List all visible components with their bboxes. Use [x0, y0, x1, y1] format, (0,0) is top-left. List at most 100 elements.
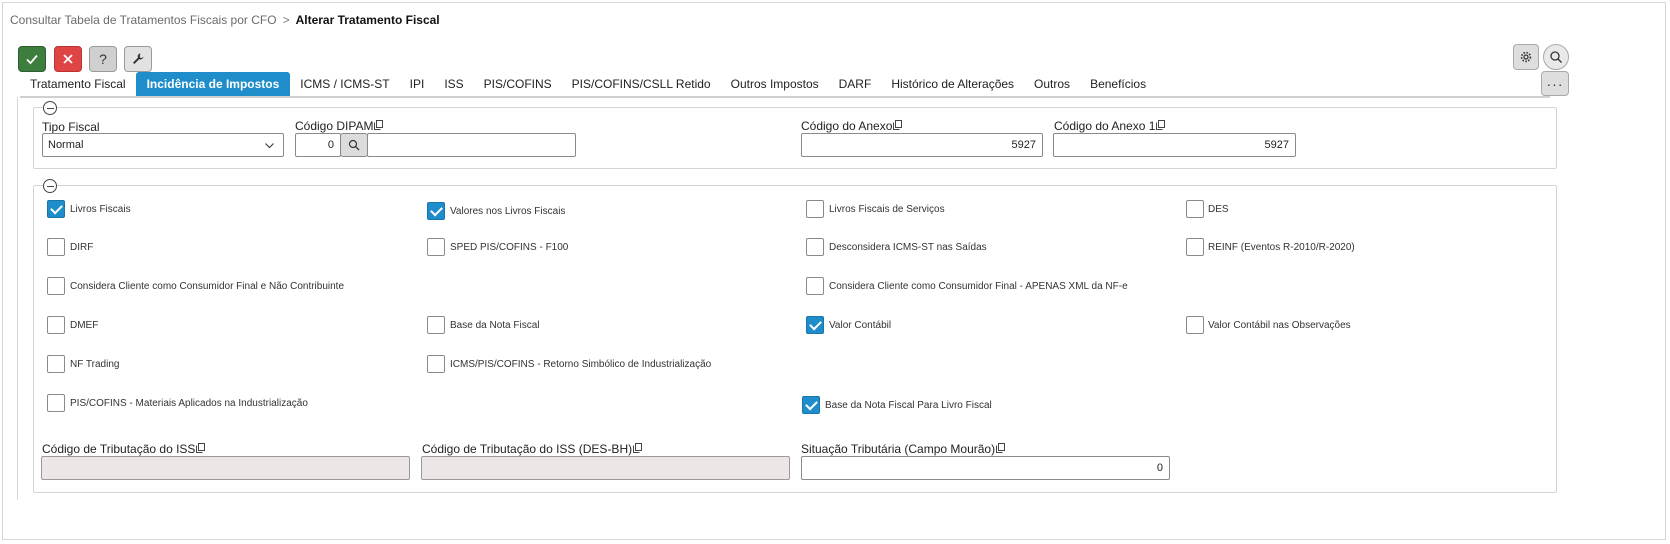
copy-icon[interactable] — [633, 443, 643, 453]
more-options-button[interactable]: ··· — [1541, 71, 1569, 96]
copy-icon[interactable] — [996, 443, 1006, 453]
dipam-description-input[interactable] — [367, 133, 576, 157]
tab-historico[interactable]: Histórico de Alterações — [881, 72, 1024, 96]
anexo1-input[interactable]: 5927 — [1053, 133, 1296, 157]
tab-pis-cofins[interactable]: PIS/COFINS — [474, 72, 562, 96]
settings-button[interactable] — [1513, 44, 1539, 70]
situacao-label: Situação Tributária (Campo Mourão) — [801, 442, 996, 456]
anexo1-value: 5927 — [1264, 139, 1289, 151]
breadcrumb-current: Alterar Tratamento Fiscal — [295, 13, 440, 27]
breadcrumb: Consultar Tabela de Tratamentos Fiscais … — [10, 13, 440, 27]
tab-incidencia-impostos[interactable]: Incidência de Impostos — [135, 72, 291, 96]
copy-icon[interactable] — [893, 120, 903, 130]
dmef-label: DMEF — [70, 320, 99, 331]
valor-contabil-checkbox[interactable] — [806, 316, 824, 334]
tools-button[interactable] — [124, 46, 152, 72]
collapse-section-flags-button[interactable] — [43, 179, 57, 193]
consumidor-final-checkbox[interactable] — [47, 277, 65, 295]
search-icon — [348, 139, 360, 151]
sped-checkbox[interactable] — [427, 238, 445, 256]
iss-code-input — [41, 456, 410, 480]
livros-fiscais-label: Livros Fiscais — [70, 204, 131, 215]
iss-bh-label-wrap: Código de Tributação do ISS (DES-BH) — [422, 442, 643, 456]
dirf-checkbox[interactable] — [47, 238, 65, 256]
iss-bh-label: Código de Tributação do ISS (DES-BH) — [422, 442, 633, 456]
tab-darf[interactable]: DARF — [829, 72, 882, 96]
cancel-button[interactable] — [54, 46, 82, 72]
search-icon — [1550, 51, 1562, 63]
valor-contabil-obs-checkbox[interactable] — [1186, 316, 1204, 334]
valor-contabil-obs-label: Valor Contábil nas Observações — [1208, 320, 1351, 331]
livros-servicos-checkbox[interactable] — [806, 200, 824, 218]
help-button[interactable]: ? — [89, 46, 117, 72]
dipam-search-button[interactable] — [340, 133, 368, 157]
retorno-simbolico-checkbox[interactable] — [427, 355, 445, 373]
consumidor-xml-checkbox[interactable] — [806, 277, 824, 295]
valores-livros-label: Valores nos Livros Fiscais — [450, 206, 566, 217]
confirm-button[interactable] — [18, 46, 46, 72]
des-checkbox[interactable] — [1186, 200, 1204, 218]
tipo-fiscal-select[interactable]: Normal — [42, 133, 284, 157]
dirf-label: DIRF — [70, 242, 94, 253]
dipam-label-wrap: Código DIPAM — [295, 119, 384, 133]
anexo1-label: Código do Anexo 1 — [1054, 119, 1156, 133]
wrench-icon — [133, 53, 144, 64]
livros-servicos-label: Livros Fiscais de Serviços — [829, 204, 945, 215]
tab-iss[interactable]: ISS — [434, 72, 473, 96]
collapse-section-general-button[interactable] — [43, 101, 57, 115]
tab-outros[interactable]: Outros — [1024, 72, 1080, 96]
tipo-fiscal-label: Tipo Fiscal — [42, 120, 100, 134]
tab-beneficios[interactable]: Benefícios — [1080, 72, 1156, 96]
iss-bh-code-input — [421, 456, 790, 480]
breadcrumb-separator: > — [282, 13, 290, 27]
base-nota-checkbox[interactable] — [427, 316, 445, 334]
gear-icon — [1520, 51, 1532, 63]
more-icon: ··· — [1546, 75, 1564, 92]
base-livro-checkbox[interactable] — [802, 396, 820, 414]
anexo-value: 5927 — [1011, 139, 1036, 151]
check-icon — [26, 54, 38, 65]
tab-bar: Tratamento Fiscal Incidência de Impostos… — [20, 72, 1156, 96]
base-livro-label: Base da Nota Fiscal Para Livro Fiscal — [825, 400, 992, 411]
situacao-label-wrap: Situação Tributária (Campo Mourão) — [801, 442, 1006, 456]
dmef-checkbox[interactable] — [47, 316, 65, 334]
anexo-input[interactable]: 5927 — [801, 133, 1043, 157]
close-icon — [63, 54, 73, 64]
tab-ipi[interactable]: IPI — [400, 72, 435, 96]
materiais-label: PIS/COFINS - Materiais Aplicados na Indu… — [70, 398, 308, 409]
tab-tratamento-fiscal[interactable]: Tratamento Fiscal — [20, 72, 136, 96]
anexo1-label-wrap: Código do Anexo 1 — [1054, 119, 1166, 133]
nf-trading-checkbox[interactable] — [47, 355, 65, 373]
anexo-label-wrap: Código do Anexo — [801, 119, 903, 133]
retorno-simbolico-label: ICMS/PIS/COFINS - Retorno Simbólico de I… — [450, 359, 712, 370]
tab-pis-cofins-csll-retido[interactable]: PIS/COFINS/CSLL Retido — [562, 72, 721, 96]
consumidor-final-label: Considera Cliente como Consumidor Final … — [70, 281, 345, 292]
tipo-fiscal-value: Normal — [48, 139, 84, 151]
desconsidera-label: Desconsidera ICMS-ST nas Saídas — [829, 242, 987, 253]
copy-icon[interactable] — [374, 120, 384, 130]
dipam-code-input[interactable]: 0 — [295, 133, 341, 157]
tab-icms[interactable]: ICMS / ICMS-ST — [290, 72, 399, 96]
tab-outros-impostos[interactable]: Outros Impostos — [721, 72, 829, 96]
breadcrumb-parent[interactable]: Consultar Tabela de Tratamentos Fiscais … — [10, 13, 277, 27]
iss-label: Código de Tributação do ISS — [42, 442, 196, 456]
reinf-checkbox[interactable] — [1186, 238, 1204, 256]
nf-trading-label: NF Trading — [70, 359, 120, 370]
section-flags — [33, 179, 1557, 493]
desconsidera-checkbox[interactable] — [806, 238, 824, 256]
copy-icon[interactable] — [1156, 120, 1166, 130]
help-icon: ? — [99, 51, 107, 67]
livros-fiscais-checkbox[interactable] — [47, 200, 65, 218]
search-button[interactable] — [1543, 44, 1569, 70]
situacao-value: 0 — [1156, 462, 1163, 474]
des-label: DES — [1208, 204, 1229, 215]
situacao-input[interactable]: 0 — [801, 456, 1170, 480]
materiais-checkbox[interactable] — [47, 394, 65, 412]
valor-contabil-label: Valor Contábil — [829, 320, 892, 331]
anexo-label: Código do Anexo — [801, 119, 893, 133]
valores-livros-checkbox[interactable] — [427, 202, 445, 220]
dipam-code-value: 0 — [327, 139, 334, 151]
copy-icon[interactable] — [196, 443, 206, 453]
iss-label-wrap: Código de Tributação do ISS — [42, 442, 206, 456]
reinf-label: REINF (Eventos R-2010/R-2020) — [1208, 242, 1355, 253]
